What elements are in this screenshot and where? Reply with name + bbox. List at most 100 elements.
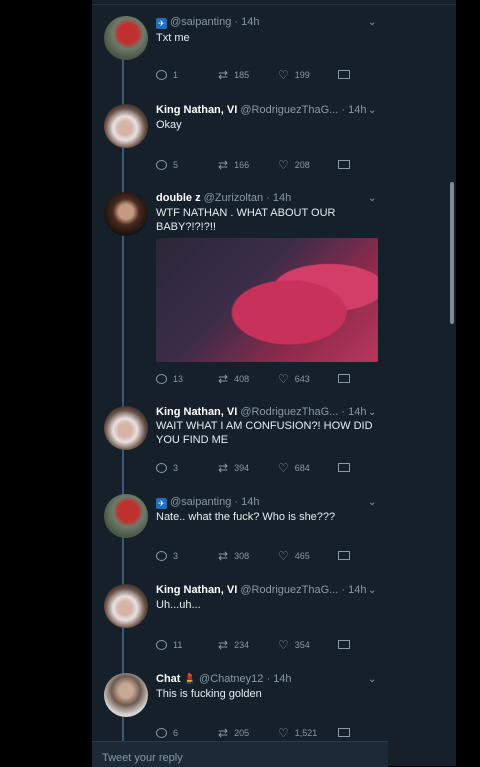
retweet-icon: ⇄: [218, 726, 229, 740]
timestamp[interactable]: 14h: [273, 673, 291, 685]
reply-button[interactable]: 5: [156, 160, 178, 170]
timestamp[interactable]: 14h: [241, 16, 259, 28]
retweet-icon: ⇄: [218, 68, 229, 82]
retweet-button[interactable]: ⇄ 185: [218, 68, 250, 82]
avatar[interactable]: [104, 192, 148, 236]
tweet-header: King Nathan, VI @RodriguezThaG... · 14h: [156, 584, 367, 596]
handle[interactable]: @saipanting: [170, 16, 231, 28]
retweet-icon: ⇄: [218, 461, 229, 475]
dm-button[interactable]: [338, 728, 350, 737]
chevron-down-icon[interactable]: ⌄: [368, 17, 378, 28]
avatar[interactable]: [104, 104, 148, 148]
envelope-icon: [338, 728, 350, 737]
envelope-icon: [338, 463, 350, 472]
timestamp[interactable]: 14h: [348, 584, 366, 596]
like-button[interactable]: ♡ 684: [278, 462, 310, 474]
retweet-button[interactable]: ⇄ 234: [218, 639, 250, 651]
tweet-text: WTF NATHAN . WHAT ABOUT OUR BABY?!?!?!!: [156, 207, 336, 233]
display-name[interactable]: double z: [156, 192, 201, 204]
top-divider: [92, 4, 456, 5]
chevron-down-icon[interactable]: ⌄: [368, 105, 378, 116]
tweet-actions: 1 ⇄ 185 ♡ 199: [156, 68, 356, 84]
dm-button[interactable]: [338, 70, 350, 79]
tweet-media-image[interactable]: [156, 238, 378, 362]
reply-count: 1: [173, 70, 179, 80]
reply-icon: [156, 463, 167, 473]
display-name[interactable]: King Nathan, VI: [156, 584, 237, 596]
dm-button[interactable]: [338, 640, 350, 649]
dm-button[interactable]: [338, 160, 350, 169]
chevron-down-icon[interactable]: ⌄: [368, 497, 378, 508]
heart-icon: ♡: [278, 726, 289, 740]
retweet-count: 205: [234, 728, 250, 738]
account-badge-icon: ✈: [156, 498, 167, 509]
retweet-button[interactable]: ⇄ 205: [218, 726, 250, 740]
avatar[interactable]: [104, 16, 148, 60]
like-button[interactable]: ♡ 643: [278, 372, 310, 386]
reply-count: 5: [173, 160, 179, 170]
like-button[interactable]: ♡ 208: [278, 159, 310, 171]
handle[interactable]: @RodriguezThaG...: [240, 104, 338, 116]
tweet-actions: 3 ⇄ 308 ♡ 465: [156, 549, 356, 565]
display-name[interactable]: King Nathan, VI: [156, 104, 237, 116]
avatar[interactable]: [104, 494, 148, 538]
timestamp[interactable]: 14h: [348, 104, 366, 116]
timestamp[interactable]: 14h: [273, 192, 291, 204]
retweet-count: 408: [234, 374, 250, 384]
avatar[interactable]: [104, 584, 148, 628]
like-button[interactable]: ♡ 1,521: [278, 726, 317, 740]
reply-icon: [156, 374, 167, 384]
like-button[interactable]: ♡ 354: [278, 638, 310, 652]
dm-button[interactable]: [338, 374, 350, 383]
reply-composer[interactable]: Tweet your reply: [92, 741, 388, 767]
timestamp[interactable]: 14h: [348, 406, 366, 418]
like-button[interactable]: ♡ 465: [278, 550, 310, 562]
handle[interactable]: @Chatney12: [199, 673, 263, 685]
handle[interactable]: @Zurizoltan: [204, 192, 263, 204]
reply-count: 6: [173, 728, 179, 738]
chevron-down-icon[interactable]: ⌄: [368, 674, 378, 685]
lipstick-emoji-icon: 💄: [183, 674, 196, 685]
reply-button[interactable]: 3: [156, 463, 178, 473]
heart-icon: ♡: [278, 372, 289, 386]
heart-icon: ♡: [278, 638, 289, 652]
like-count: 684: [294, 463, 310, 473]
display-name[interactable]: Chat: [156, 673, 180, 685]
reply-input-placeholder[interactable]: Tweet your reply: [102, 752, 183, 764]
retweet-icon: ⇄: [218, 372, 229, 386]
retweet-button[interactable]: ⇄ 408: [218, 372, 250, 386]
reply-button[interactable]: 6: [156, 728, 178, 738]
reply-button[interactable]: 1: [156, 70, 178, 80]
retweet-button[interactable]: ⇄ 166: [218, 159, 249, 171]
retweet-count: 394: [234, 463, 250, 473]
timestamp[interactable]: 14h: [241, 496, 259, 508]
reply-icon: [156, 728, 167, 738]
reply-button[interactable]: 3: [156, 551, 178, 561]
chevron-down-icon[interactable]: ⌄: [368, 193, 378, 204]
tweet-text: Txt me: [156, 32, 190, 44]
retweet-icon: ⇄: [218, 549, 229, 563]
chevron-down-icon[interactable]: ⌄: [368, 585, 378, 596]
retweet-button[interactable]: ⇄ 308: [218, 549, 250, 563]
dm-button[interactable]: [338, 551, 350, 560]
display-name[interactable]: King Nathan, VI: [156, 406, 237, 418]
avatar[interactable]: [104, 406, 148, 450]
avatar[interactable]: [104, 673, 148, 717]
retweet-count: 185: [234, 70, 250, 80]
retweet-count: 234: [234, 640, 250, 650]
like-count: 643: [294, 374, 310, 384]
handle[interactable]: @RodriguezThaG...: [240, 406, 338, 418]
retweet-button[interactable]: ⇄ 394: [218, 461, 250, 475]
retweet-count: 308: [234, 551, 250, 561]
dm-button[interactable]: [338, 463, 350, 472]
tweet-actions: 11 ⇄ 234 ♡ 354: [156, 638, 356, 654]
reply-button[interactable]: 11: [156, 640, 182, 650]
tweet-header: ✈ @saipanting · 14h: [156, 16, 259, 29]
scrollbar[interactable]: [450, 182, 454, 324]
handle[interactable]: @saipanting: [170, 496, 231, 508]
like-button[interactable]: ♡ 199: [278, 69, 310, 81]
handle[interactable]: @RodriguezThaG...: [240, 584, 338, 596]
chevron-down-icon[interactable]: ⌄: [368, 407, 378, 418]
reply-button[interactable]: 13: [156, 374, 183, 384]
reply-count: 3: [173, 551, 179, 561]
